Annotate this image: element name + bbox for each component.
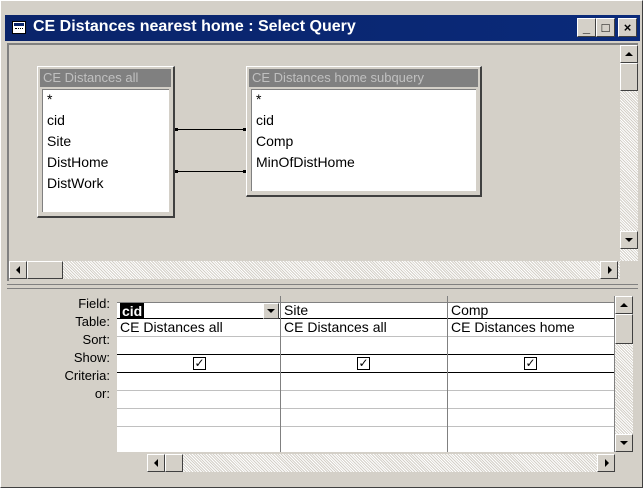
field-list-ce-distances-all[interactable]: CE Distances all * cid Site DistHome Dis…	[37, 66, 175, 218]
field-list-body: * cid Comp MinOfDistHome	[251, 89, 476, 191]
scroll-right-button[interactable]	[597, 454, 615, 472]
field-list-item[interactable]: Comp	[256, 133, 293, 149]
grid-line	[117, 408, 615, 409]
query-datasheet-icon[interactable]	[12, 21, 26, 34]
show-checkbox[interactable]: ✓	[357, 357, 370, 370]
grid-line	[117, 372, 615, 373]
title-bar[interactable]: CE Distances nearest home : Select Query…	[5, 15, 640, 41]
field-list-item[interactable]: *	[256, 91, 261, 107]
maximize-icon: □	[601, 20, 610, 35]
grid-line	[117, 354, 615, 355]
close-icon: ×	[623, 20, 632, 35]
join-line-cid[interactable]	[175, 129, 246, 130]
close-button[interactable]: ×	[618, 18, 637, 37]
grid-line	[280, 296, 281, 452]
join-end	[243, 128, 246, 131]
scroll-left-button[interactable]	[9, 261, 27, 279]
scroll-left-button[interactable]	[147, 454, 165, 472]
scroll-right-button[interactable]	[600, 261, 618, 279]
field-list-item[interactable]: DistHome	[47, 154, 108, 170]
table-cell[interactable]: CE Distances home	[451, 319, 611, 335]
window-title: CE Distances nearest home : Select Query	[33, 18, 356, 35]
show-checkbox[interactable]: ✓	[193, 357, 206, 370]
scroll-down-button[interactable]	[615, 434, 633, 452]
design-grid[interactable]: cid CE Distances all ✓ Site CE Distances…	[117, 296, 615, 452]
arrow-up-icon	[625, 52, 633, 56]
arrow-left-icon	[16, 266, 20, 274]
join-end	[243, 170, 246, 173]
scroll-down-button[interactable]	[620, 231, 638, 249]
field-list-item[interactable]: cid	[256, 112, 274, 128]
join-end	[175, 128, 178, 131]
arrow-up-icon	[620, 303, 628, 307]
field-list-item[interactable]: cid	[47, 112, 65, 128]
show-checkbox[interactable]: ✓	[524, 357, 537, 370]
row-label-criteria: Criteria:	[64, 368, 110, 383]
maximize-button[interactable]: □	[596, 18, 615, 37]
row-label-table: Table:	[75, 314, 110, 329]
row-label-field: Field:	[78, 296, 110, 311]
minimize-icon: _	[582, 20, 591, 35]
scroll-thumb[interactable]	[615, 314, 633, 344]
scroll-thumb[interactable]	[27, 261, 63, 279]
field-cell-selected[interactable]: cid	[120, 303, 145, 319]
join-line-disthome[interactable]	[175, 171, 246, 172]
field-cell[interactable]: Comp	[451, 302, 488, 318]
grid-line	[117, 426, 615, 427]
field-list-body: * cid Site DistHome DistWork	[42, 89, 169, 212]
scroll-up-button[interactable]	[620, 45, 638, 63]
query-window: CE Distances nearest home : Select Query…	[0, 0, 643, 488]
chevron-down-icon	[267, 309, 275, 313]
table-cell[interactable]: CE Distances all	[120, 319, 223, 335]
join-end	[175, 170, 178, 173]
upper-vertical-scrollbar[interactable]	[620, 45, 638, 261]
arrow-right-icon	[608, 266, 612, 274]
field-cell[interactable]: Site	[284, 302, 308, 318]
grid-vertical-scrollbar[interactable]	[615, 296, 633, 452]
upper-horizontal-scrollbar[interactable]	[9, 261, 620, 279]
row-label-or: or:	[94, 386, 110, 401]
grid-line	[447, 296, 448, 452]
row-label-show: Show:	[73, 350, 110, 365]
field-list-ce-distances-home-subquery[interactable]: CE Distances home subquery * cid Comp Mi…	[246, 66, 482, 197]
arrow-left-icon	[154, 459, 158, 467]
scroll-up-button[interactable]	[615, 296, 633, 314]
scroll-thumb[interactable]	[620, 63, 638, 91]
arrow-down-icon	[620, 441, 628, 445]
arrow-down-icon	[625, 238, 633, 242]
grid-horizontal-scrollbar[interactable]	[147, 454, 615, 472]
grid-line	[117, 390, 615, 391]
field-list-item[interactable]: *	[47, 91, 52, 107]
scroll-thumb[interactable]	[165, 454, 183, 472]
field-list-item[interactable]: Site	[47, 133, 71, 149]
design-grid-pane: Field: Table: Sort: Show: Criteria: or: …	[7, 291, 638, 485]
row-label-sort: Sort:	[82, 332, 110, 347]
grid-line	[117, 336, 615, 337]
field-list-item[interactable]: DistWork	[47, 175, 104, 191]
field-list-title[interactable]: CE Distances home subquery	[249, 69, 478, 87]
field-list-item[interactable]: MinOfDistHome	[256, 154, 355, 170]
field-dropdown-button[interactable]	[263, 303, 279, 319]
pane-splitter[interactable]	[7, 284, 638, 289]
table-cell[interactable]: CE Distances all	[284, 319, 387, 335]
table-pane: CE Distances all * cid Site DistHome Dis…	[7, 43, 638, 281]
arrow-right-icon	[605, 459, 609, 467]
grid-line	[117, 302, 615, 303]
field-list-title[interactable]: CE Distances all	[40, 69, 171, 87]
minimize-button[interactable]: _	[577, 18, 596, 37]
